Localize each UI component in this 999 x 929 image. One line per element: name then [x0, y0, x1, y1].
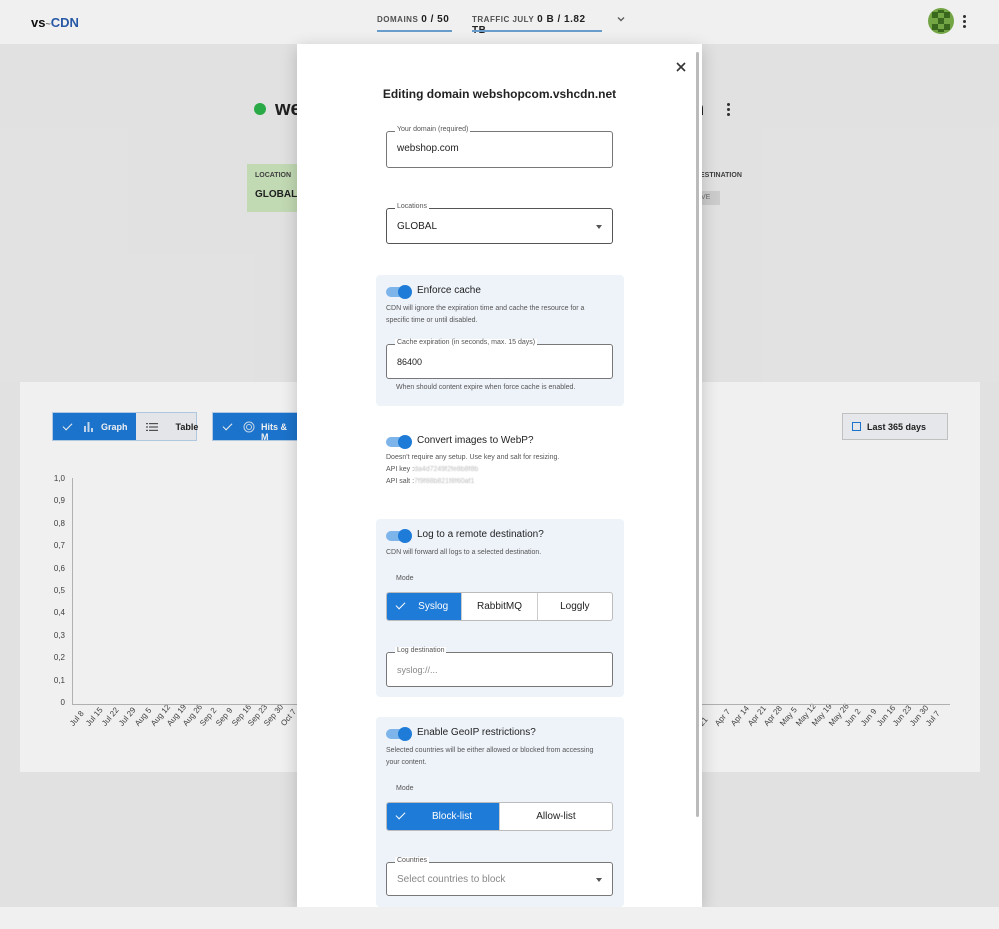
api-salt-value: 7f9f88b821f8f60af1: [414, 478, 475, 485]
domain-value: webshop.com: [397, 143, 459, 154]
logging-label: Log to a remote destination?: [417, 529, 544, 540]
webp-label: Convert images to WebP?: [417, 435, 534, 446]
api-salt-row: API salt :7f9f88b821f8f60af1: [386, 476, 606, 488]
modal-title: Editing domain webshopcom.vshcdn.net: [382, 87, 617, 101]
webp-toggle[interactable]: [386, 435, 412, 449]
page-bottom: [0, 907, 999, 929]
geoip-mode-label: Mode: [396, 785, 414, 792]
enforce-cache-label: Enforce cache: [417, 285, 481, 296]
loggly-option[interactable]: Loggly: [538, 593, 612, 620]
api-key-value: da4d7249f2fe8b8f8b: [414, 466, 479, 473]
syslog-label: Syslog: [418, 601, 449, 612]
cache-expiration-value: 86400: [397, 357, 423, 367]
close-icon[interactable]: [674, 60, 688, 74]
locations-select[interactable]: Locations GLOBAL: [386, 203, 613, 244]
enforce-cache-desc: CDN will ignore the expiration time and …: [386, 305, 585, 324]
countries-legend: Countries: [395, 857, 429, 864]
allow-list-option[interactable]: Allow-list: [500, 803, 612, 830]
enforce-cache-toggle[interactable]: [386, 285, 412, 299]
logging-mode-toggle: Syslog RabbitMQ Loggly: [386, 592, 613, 621]
dropdown-caret-icon: [596, 878, 602, 882]
log-destination-field[interactable]: Log destination syslog://...: [386, 647, 613, 687]
countries-select[interactable]: Countries Select countries to block: [386, 857, 613, 896]
locations-value: GLOBAL: [397, 221, 438, 232]
api-key-row: API key :da4d7249f2fe8b8f8b: [386, 464, 606, 476]
cache-expiration-field[interactable]: Cache expiration (in seconds, max. 15 da…: [386, 339, 613, 379]
block-list-option[interactable]: Block-list: [387, 803, 500, 830]
dropdown-caret-icon: [596, 225, 602, 229]
modal-scrollbar[interactable]: [696, 52, 699, 817]
cache-expiration-hint: When should content expire when force ca…: [396, 384, 576, 391]
locations-legend: Locations: [395, 203, 429, 210]
geoip-label: Enable GeoIP restrictions?: [417, 727, 536, 738]
rabbitmq-option[interactable]: RabbitMQ: [462, 593, 538, 620]
block-list-label: Block-list: [431, 811, 472, 822]
webp-desc: Doesn't require any setup. Use key and s…: [386, 454, 560, 461]
syslog-option[interactable]: Syslog: [387, 593, 463, 620]
logging-toggle[interactable]: [386, 529, 412, 543]
domain-legend: Your domain (required): [395, 126, 471, 133]
rabbitmq-label: RabbitMQ: [476, 601, 522, 612]
logging-desc: CDN will forward all logs to a selected …: [386, 549, 542, 556]
api-key-label: API key :: [386, 466, 415, 473]
geoip-mode-toggle: Block-list Allow-list: [386, 802, 613, 831]
allow-list-label: Allow-list: [536, 811, 576, 822]
countries-placeholder: Select countries to block: [397, 874, 506, 885]
domain-field[interactable]: Your domain (required) webshop.com: [386, 126, 613, 168]
log-destination-placeholder: syslog://...: [397, 665, 438, 675]
geoip-desc: Selected countries will be either allowe…: [386, 747, 594, 766]
geoip-toggle[interactable]: [386, 727, 412, 741]
loggly-label: Loggly: [560, 601, 590, 612]
logging-mode-label: Mode: [396, 575, 414, 582]
cache-expiration-legend: Cache expiration (in seconds, max. 15 da…: [395, 339, 538, 346]
api-salt-label: API salt :: [386, 478, 415, 485]
log-destination-legend: Log destination: [395, 647, 447, 654]
